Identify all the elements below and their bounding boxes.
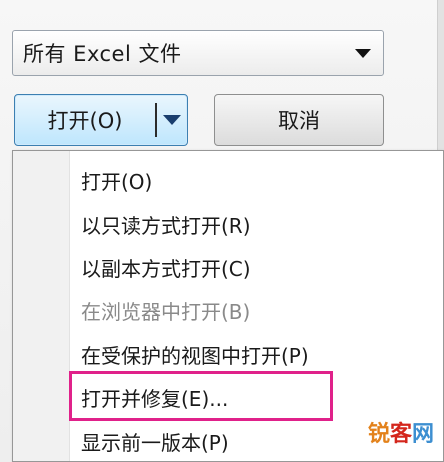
open-button[interactable]: 打开(O) [15, 95, 155, 145]
menu-gutter [13, 151, 70, 461]
watermark-char-1: 锐 [367, 422, 390, 447]
menu-item-open-protected-view[interactable]: 在受保护的视图中打开(P) [81, 337, 309, 371]
watermark-logo: 锐 客 网 [368, 416, 434, 448]
menu-item-open-in-browser: 在浏览器中打开(B) [81, 299, 251, 324]
cancel-button[interactable]: 取消 [214, 94, 384, 146]
watermark-char-3: 网 [411, 422, 434, 447]
filetype-select[interactable]: 所有 Excel 文件 [12, 30, 384, 76]
open-split-button[interactable]: 打开(O) [14, 94, 188, 146]
menu-item-open-read-only[interactable]: 以只读方式打开(R) [81, 207, 251, 241]
menu-item-open-as-copy[interactable]: 以副本方式打开(C) [81, 250, 251, 284]
menu-item-show-previous-versions[interactable]: 显示前一版本(P) [81, 424, 229, 458]
highlight-box [69, 371, 333, 421]
watermark-char-2: 客 [389, 422, 412, 447]
filetype-value: 所有 Excel 文件 [23, 42, 182, 66]
menu-item-open[interactable]: 打开(O) [81, 163, 152, 197]
open-dropdown-arrow-icon[interactable] [157, 95, 187, 145]
dropdown-arrow-icon[interactable] [343, 48, 383, 58]
